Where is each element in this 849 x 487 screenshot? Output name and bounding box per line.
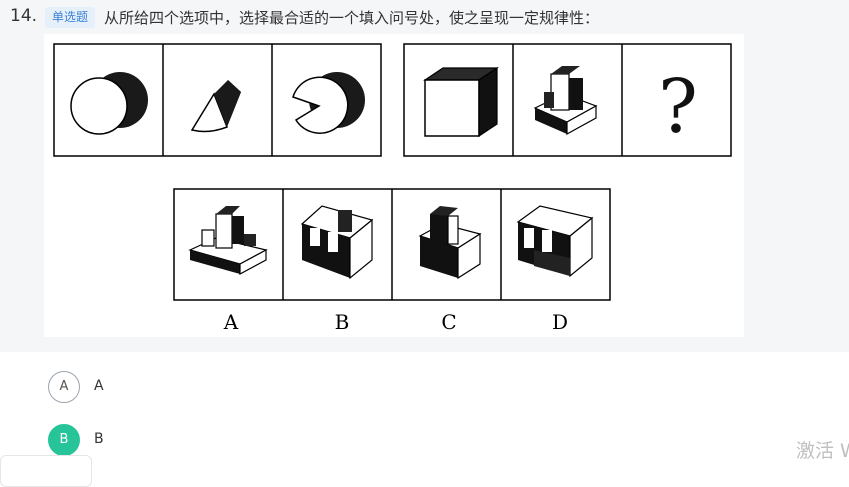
question-number: 14. bbox=[10, 6, 38, 26]
option-label-a: A bbox=[223, 310, 239, 334]
question-text: 从所给四个选项中，选择最合适的一个填入问号处，使之呈现一定规律性： bbox=[104, 9, 600, 27]
figure-svg: ? A B C D bbox=[53, 43, 732, 334]
activation-watermark: 激活 W bbox=[796, 440, 849, 462]
answer-b-text: B bbox=[94, 431, 104, 447]
cell-4-cube bbox=[423, 66, 499, 138]
answer-a-text: A bbox=[94, 378, 104, 394]
question-area: 14. 单选题 从所给四个选项中，选择最合适的一个填入问号处，使之呈现一定规律性… bbox=[0, 0, 849, 352]
cell-6-question-mark: ? bbox=[658, 64, 698, 150]
option-label-d: D bbox=[552, 310, 568, 334]
bottom-left-panel[interactable] bbox=[0, 455, 92, 487]
answer-b-radio[interactable]: B bbox=[48, 424, 80, 456]
option-label-c: C bbox=[441, 310, 456, 334]
option-label-b: B bbox=[335, 310, 350, 334]
question-type-badge: 单选题 bbox=[45, 7, 96, 28]
question-figure: ? A B C D bbox=[44, 34, 744, 337]
answer-a-radio[interactable]: A bbox=[48, 371, 80, 403]
